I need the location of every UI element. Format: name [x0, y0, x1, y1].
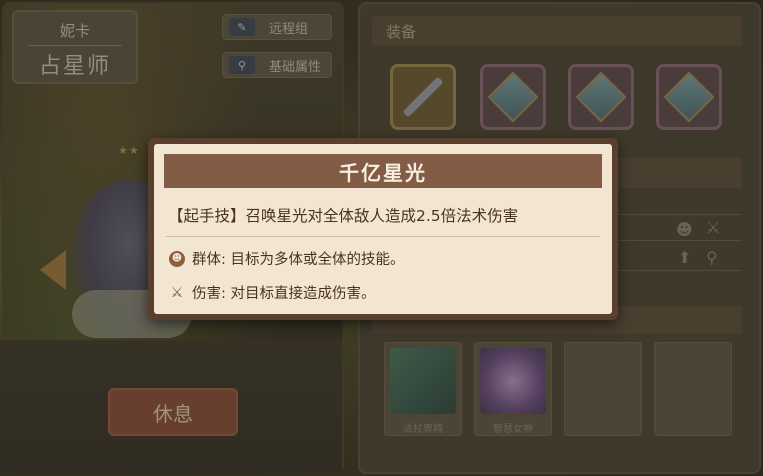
tag-group-row: ☻ 群体: 目标为多体或全体的技能。	[168, 248, 405, 269]
tag-damage-row: ⚔ 伤害: 对目标直接造成伤害。	[168, 282, 376, 303]
sword-icon: ⚔	[170, 284, 184, 301]
skill-name: 千亿星光	[164, 154, 602, 188]
tag-damage-text: 伤害: 对目标直接造成伤害。	[192, 286, 376, 302]
tag-group-text: 群体: 目标为多体或全体的技能。	[192, 252, 405, 268]
skill-description: 【起手技】召唤星光对全体敌人造成2.5倍法术伤害	[168, 207, 519, 225]
skill-tooltip-body: 千亿星光 【起手技】召唤星光对全体敌人造成2.5倍法术伤害 ☻ 群体: 目标为多…	[154, 144, 612, 314]
group-target-icon: ☻	[168, 250, 186, 268]
tooltip-divider	[166, 236, 600, 237]
skill-tooltip: 千亿星光 【起手技】召唤星光对全体敌人造成2.5倍法术伤害 ☻ 群体: 目标为多…	[148, 138, 618, 320]
